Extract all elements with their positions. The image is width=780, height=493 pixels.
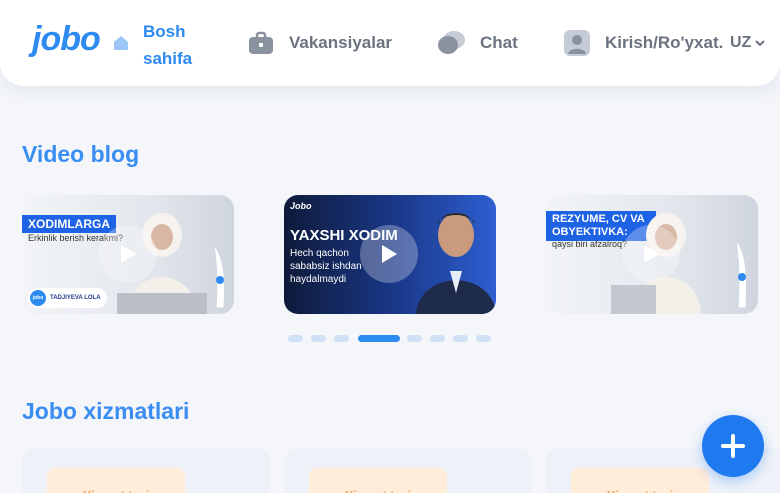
service-type-tag: Xizmat turi bbox=[571, 468, 709, 493]
plus-icon bbox=[721, 434, 745, 458]
video-card[interactable]: REZYUME, CV VA OBYEKTIVKA: qaysi biri af… bbox=[546, 195, 758, 314]
nav-vacancies-link[interactable]: Vakansiyalar bbox=[246, 28, 392, 58]
video-card[interactable]: XODIMLARGA Erkinlik berish kerakmi? jobo… bbox=[22, 195, 234, 314]
nav-login-label: Kirish/Ro'yxat. bbox=[605, 33, 724, 52]
services-heading: Jobo xizmatlari bbox=[22, 398, 190, 424]
carousel-dot[interactable] bbox=[288, 335, 303, 342]
service-type-tag: Xizmat turi bbox=[47, 468, 185, 493]
service-type-tag: Xizmat turi bbox=[309, 468, 447, 493]
chevron-down-icon bbox=[755, 40, 766, 47]
home-icon bbox=[114, 36, 128, 50]
carousel-dot[interactable] bbox=[476, 335, 491, 342]
language-label: UZ bbox=[730, 34, 752, 51]
nav-login-link[interactable]: Kirish/Ro'yxat. bbox=[562, 28, 723, 58]
carousel-dot[interactable] bbox=[407, 335, 422, 342]
nav-vacancies-label: Vakansiyalar bbox=[289, 33, 393, 52]
add-floating-button[interactable] bbox=[702, 415, 764, 477]
service-card[interactable]: Xizmat turi bbox=[284, 448, 532, 493]
language-selector[interactable]: UZ bbox=[730, 34, 766, 52]
carousel-dot[interactable] bbox=[430, 335, 445, 342]
briefcase-icon bbox=[249, 31, 273, 54]
play-button[interactable] bbox=[99, 225, 157, 283]
video-logo: Jobo bbox=[290, 201, 312, 211]
top-navigation-bar: jobo Bosh sahifa Vakansiyalar Chat Kiris… bbox=[0, 0, 780, 86]
video-blog-heading: Video blog bbox=[22, 141, 140, 167]
play-icon bbox=[382, 245, 397, 263]
carousel-dot[interactable] bbox=[334, 335, 349, 342]
carousel-dot-active[interactable] bbox=[358, 335, 400, 342]
play-icon bbox=[121, 245, 136, 263]
jobo-badge-icon: jobo bbox=[30, 290, 46, 306]
play-button[interactable] bbox=[360, 225, 418, 283]
video-headline: XODIMLARGA bbox=[22, 215, 116, 233]
nav-chat-link[interactable]: Chat bbox=[437, 28, 518, 58]
presenter-image bbox=[416, 213, 496, 314]
carousel-dot[interactable] bbox=[311, 335, 326, 342]
nav-chat-label: Chat bbox=[480, 33, 518, 52]
chat-bubbles-icon bbox=[438, 31, 465, 54]
jobo-logo[interactable]: jobo bbox=[24, 20, 112, 62]
nav-home-link[interactable]: Bosh sahifa bbox=[143, 18, 213, 72]
video-card[interactable]: Jobo YAXSHI XODIM Hech qachon sababsiz i… bbox=[284, 195, 496, 314]
play-icon bbox=[644, 245, 659, 263]
presenter-name-tag: jobo TADJIYEVA LOLA bbox=[28, 288, 107, 308]
flag-icon bbox=[213, 243, 225, 309]
service-card[interactable]: Xizmat turi bbox=[22, 448, 270, 493]
carousel-dot[interactable] bbox=[453, 335, 468, 342]
play-button[interactable] bbox=[622, 225, 680, 283]
user-icon bbox=[564, 30, 590, 56]
flag-icon bbox=[735, 238, 747, 309]
